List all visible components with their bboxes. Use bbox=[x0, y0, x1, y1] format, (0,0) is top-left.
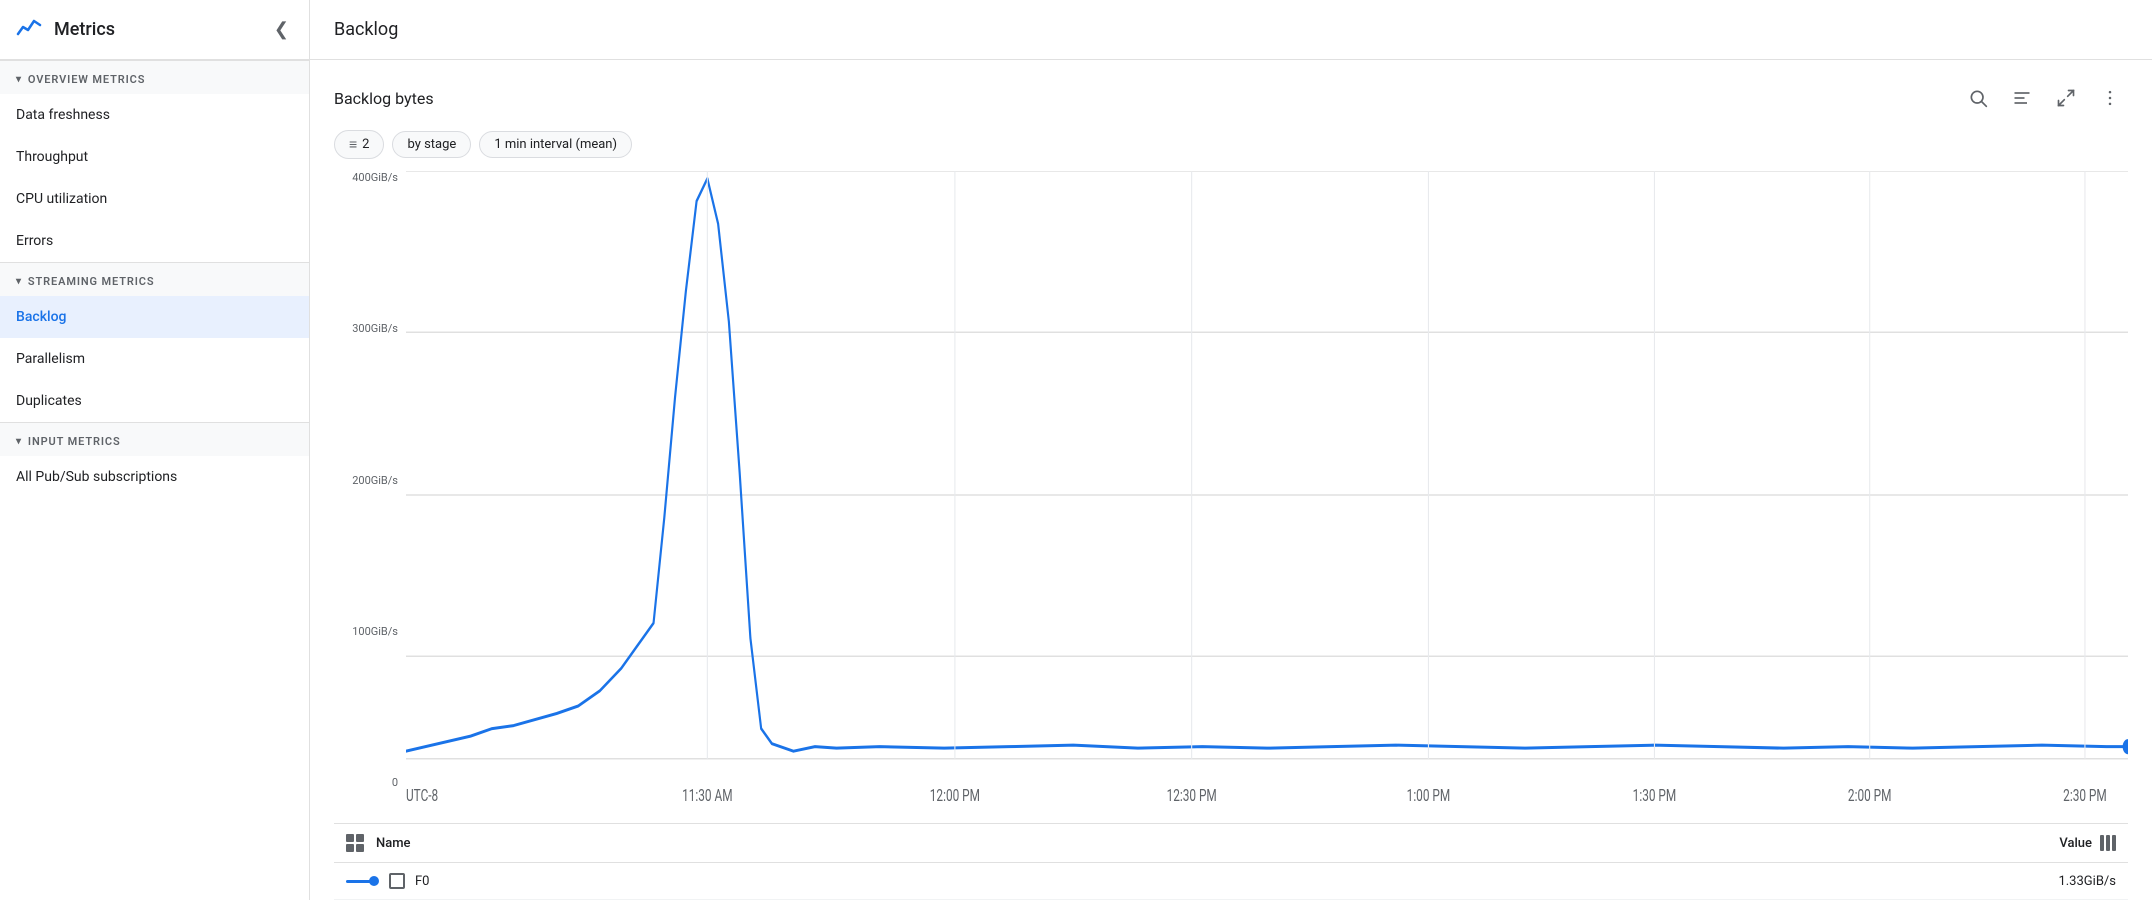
chart-wrapper: 400GiB/s 300GiB/s 200GiB/s 100GiB/s 0 bbox=[334, 171, 2128, 819]
sidebar: Metrics ❮ ▾ OVERVIEW METRICS Data freshn… bbox=[0, 0, 310, 900]
sidebar-item-pubsub[interactable]: All Pub/Sub subscriptions bbox=[0, 456, 309, 498]
y-label-400: 400GiB/s bbox=[334, 171, 398, 184]
sidebar-item-throughput[interactable]: Throughput bbox=[0, 136, 309, 178]
app-title: Metrics bbox=[54, 19, 115, 40]
legend-columns-icon[interactable] bbox=[2100, 835, 2116, 851]
y-label-300: 300GiB/s bbox=[334, 322, 398, 335]
svg-text:11:30 AM: 11:30 AM bbox=[682, 786, 732, 806]
sidebar-item-duplicates[interactable]: Duplicates bbox=[0, 380, 309, 422]
legend-row: F0 1.33GiB/s bbox=[334, 863, 2128, 900]
more-options-button[interactable] bbox=[2092, 80, 2128, 116]
svg-text:UTC-8: UTC-8 bbox=[406, 786, 438, 806]
svg-text:1:00 PM: 1:00 PM bbox=[1407, 786, 1451, 806]
y-label-100: 100GiB/s bbox=[334, 625, 398, 638]
legend-checkbox[interactable] bbox=[389, 873, 405, 889]
legend-value-header: Value bbox=[2059, 835, 2116, 851]
svg-text:2:30 PM: 2:30 PM bbox=[2063, 786, 2107, 806]
chart-toolbar bbox=[1960, 80, 2128, 116]
legend-name-header: Name bbox=[346, 834, 411, 852]
chevron-down-icon-streaming: ▾ bbox=[16, 276, 22, 287]
sidebar-item-parallelism[interactable]: Parallelism bbox=[0, 338, 309, 380]
search-button[interactable] bbox=[1960, 80, 1996, 116]
sidebar-item-data-freshness[interactable]: Data freshness bbox=[0, 94, 309, 136]
svg-text:12:30 PM: 12:30 PM bbox=[1167, 786, 1217, 806]
legend-dot-indicator bbox=[369, 876, 379, 886]
collapse-sidebar-button[interactable]: ❮ bbox=[270, 15, 293, 44]
fullscreen-button[interactable] bbox=[2048, 80, 2084, 116]
sidebar-header: Metrics ❮ bbox=[0, 0, 309, 60]
legend-table: Name Value bbox=[334, 823, 2128, 900]
y-label-0: 0 bbox=[334, 776, 398, 789]
legend-item-name: F0 bbox=[415, 874, 430, 889]
page-title: Backlog bbox=[334, 19, 398, 40]
chart-inner: 0 UTC-8 11:30 AM 12:00 PM 12:30 PM 1:00 … bbox=[406, 171, 2128, 819]
sidebar-item-errors[interactable]: Errors bbox=[0, 220, 309, 262]
chart-title: Backlog bytes bbox=[334, 89, 434, 108]
y-axis-labels: 400GiB/s 300GiB/s 200GiB/s 100GiB/s 0 bbox=[334, 171, 406, 819]
sidebar-logo: Metrics bbox=[16, 14, 115, 46]
svg-text:12:00 PM: 12:00 PM bbox=[930, 786, 980, 806]
filter-icon: ≡ bbox=[349, 136, 357, 153]
grid-icon bbox=[346, 834, 364, 852]
section-header-input: ▾ INPUT METRICS bbox=[0, 422, 309, 456]
filter-chip-stage[interactable]: by stage bbox=[392, 131, 471, 158]
main-header: Backlog bbox=[310, 0, 2152, 60]
chart-area: Backlog bytes bbox=[310, 60, 2152, 900]
sidebar-item-backlog[interactable]: Backlog bbox=[0, 296, 309, 338]
section-header-overview: ▾ OVERVIEW METRICS bbox=[0, 60, 309, 94]
main-content: Backlog Backlog bytes bbox=[310, 0, 2152, 900]
chart-filters: ≡ 2 by stage 1 min interval (mean) bbox=[334, 130, 2128, 159]
section-header-streaming: ▾ STREAMING METRICS bbox=[0, 262, 309, 296]
filter-chip-interval[interactable]: 1 min interval (mean) bbox=[479, 131, 632, 158]
chevron-down-icon-input: ▾ bbox=[16, 436, 22, 447]
legend-row-left: F0 bbox=[346, 873, 430, 889]
metrics-icon bbox=[16, 14, 44, 46]
svg-text:1:30 PM: 1:30 PM bbox=[1633, 786, 1677, 806]
chart-title-row: Backlog bytes bbox=[334, 80, 2128, 116]
legend-item-value: 1.33GiB/s bbox=[2058, 874, 2116, 889]
legend-header: Name Value bbox=[334, 824, 2128, 863]
y-label-200: 200GiB/s bbox=[334, 474, 398, 487]
legend-button[interactable] bbox=[2004, 80, 2040, 116]
sidebar-item-cpu-utilization[interactable]: CPU utilization bbox=[0, 178, 309, 220]
filter-chip-count[interactable]: ≡ 2 bbox=[334, 130, 384, 159]
chevron-down-icon: ▾ bbox=[16, 74, 22, 85]
svg-text:2:00 PM: 2:00 PM bbox=[1848, 786, 1892, 806]
